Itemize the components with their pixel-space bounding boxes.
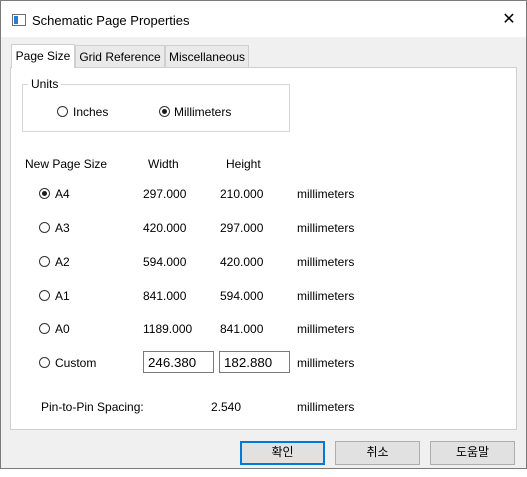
custom-height-input[interactable]	[219, 351, 290, 373]
pin-spacing-unit: millimeters	[297, 400, 355, 414]
size-a4-width: 297.000	[143, 187, 187, 201]
inches-radio[interactable]	[57, 106, 68, 117]
size-a2-width: 594.000	[143, 255, 187, 269]
size-custom-unit: millimeters	[297, 356, 355, 370]
size-a1-height: 594.000	[220, 289, 264, 303]
size-a2-height: 420.000	[220, 255, 264, 269]
help-button[interactable]: 도움말	[430, 441, 515, 465]
size-a3-radio[interactable]	[39, 222, 50, 233]
window-icon	[12, 14, 26, 26]
custom-width-input[interactable]	[143, 351, 214, 373]
size-a2-label[interactable]: A2	[55, 255, 70, 269]
size-a0-height: 841.000	[220, 322, 264, 336]
title-bar: Schematic Page Properties ✕	[1, 1, 526, 37]
size-a0-width: 1189.000	[143, 322, 193, 336]
inches-label[interactable]: Inches	[73, 105, 108, 119]
size-custom-radio[interactable]	[39, 357, 50, 368]
units-group-label: Units	[28, 77, 62, 91]
size-a2-unit: millimeters	[297, 255, 355, 269]
size-a3-label[interactable]: A3	[55, 221, 70, 235]
size-a4-label[interactable]: A4	[55, 187, 70, 201]
size-a2-radio[interactable]	[39, 256, 50, 267]
ok-button[interactable]: 확인	[240, 441, 325, 465]
size-a0-label[interactable]: A0	[55, 322, 70, 336]
close-icon[interactable]: ✕	[497, 9, 521, 31]
new-page-size-header: New Page Size	[25, 157, 108, 171]
pin-spacing-value: 2.540	[211, 400, 242, 414]
width-header: Width	[148, 157, 179, 171]
size-a1-label[interactable]: A1	[55, 289, 70, 303]
size-a4-radio[interactable]	[39, 188, 50, 199]
pin-spacing-label: Pin-to-Pin Spacing:	[41, 400, 144, 414]
size-a0-radio[interactable]	[39, 323, 50, 334]
size-a3-width: 420.000	[143, 221, 187, 235]
size-a0-unit: millimeters	[297, 322, 355, 336]
tab-grid-reference[interactable]: Grid Reference	[75, 45, 165, 67]
size-a4-unit: millimeters	[297, 187, 355, 201]
window-title: Schematic Page Properties	[32, 13, 190, 28]
size-a1-unit: millimeters	[297, 289, 355, 303]
size-custom-label[interactable]: Custom	[55, 356, 96, 370]
size-a3-height: 297.000	[220, 221, 264, 235]
size-a1-radio[interactable]	[39, 290, 50, 301]
tab-page-size[interactable]: Page Size	[11, 44, 75, 68]
size-a4-height: 210.000	[220, 187, 264, 201]
size-a3-unit: millimeters	[297, 221, 355, 235]
millimeters-radio[interactable]	[159, 106, 170, 117]
height-header: Height	[226, 157, 261, 171]
millimeters-label[interactable]: Millimeters	[174, 105, 231, 119]
size-a1-width: 841.000	[143, 289, 187, 303]
cancel-button[interactable]: 취소	[335, 441, 420, 465]
tab-miscellaneous[interactable]: Miscellaneous	[165, 45, 249, 67]
